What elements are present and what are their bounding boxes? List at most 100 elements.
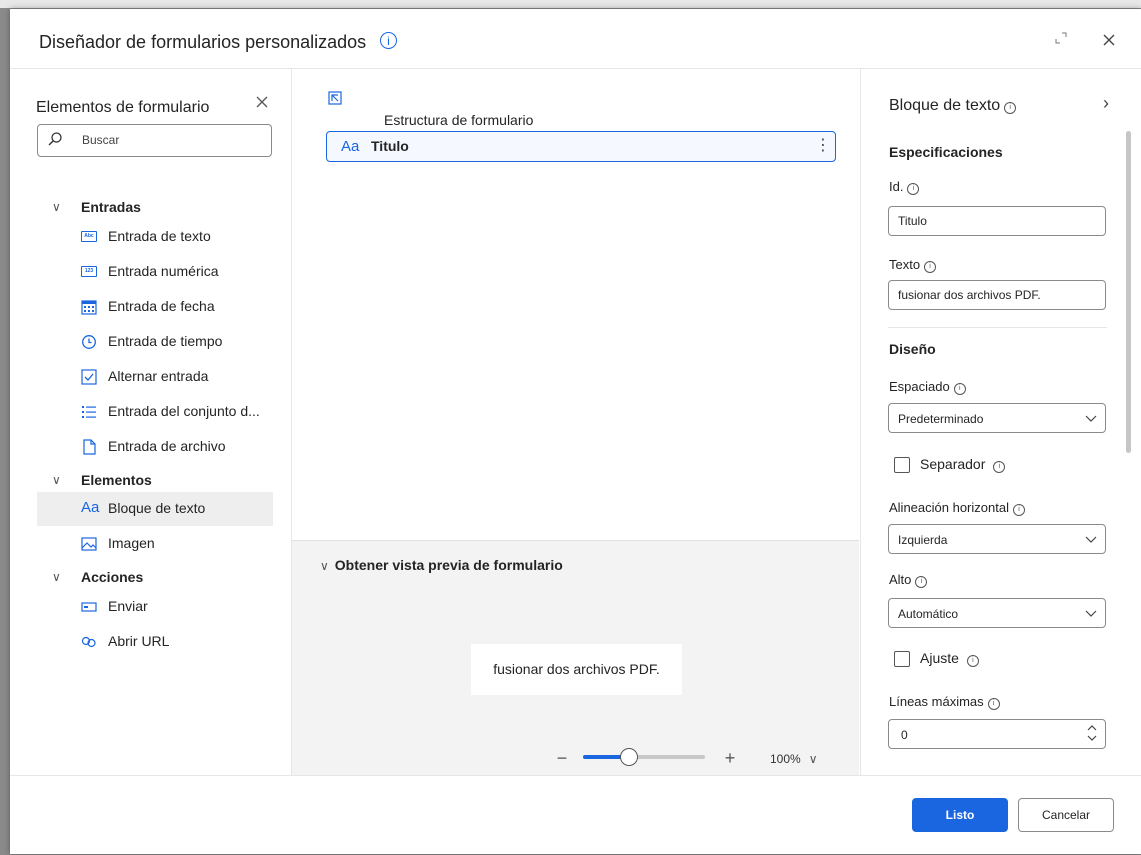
- wrap-label-text: Ajuste: [920, 650, 959, 666]
- chevron-down-icon: ∨: [320, 559, 329, 573]
- element-label: Abrir URL: [108, 633, 170, 649]
- form-preview-panel: ∨ Obtener vista previa de formulario fusi…: [292, 540, 859, 776]
- element-number-input[interactable]: 123 Entrada numérica: [37, 255, 273, 289]
- element-label: Entrada de tiempo: [108, 333, 223, 349]
- image-icon: [81, 537, 97, 551]
- element-label: Bloque de texto: [108, 500, 206, 516]
- properties-title: Bloque de texto i: [889, 97, 1017, 115]
- halign-value: Izquierda: [898, 533, 948, 547]
- spec-section-title: Especificaciones: [889, 144, 1003, 160]
- element-text-input[interactable]: Abc Entrada de texto: [37, 220, 273, 254]
- max-lines-stepper[interactable]: 0: [888, 719, 1106, 749]
- max-lines-value: 0: [901, 728, 908, 742]
- cancel-button[interactable]: Cancelar: [1018, 798, 1114, 832]
- info-icon: i: [1004, 102, 1017, 114]
- element-label: Entrada de archivo: [108, 438, 226, 454]
- element-open-url[interactable]: Abrir URL: [37, 625, 273, 659]
- id-label: Id. i: [889, 179, 920, 195]
- zoom-slider[interactable]: [583, 748, 705, 766]
- element-label: Entrada del conjunto d...: [108, 403, 260, 419]
- row-label: Titulo: [371, 138, 409, 154]
- halign-label: Alineación horizontal i: [889, 500, 1025, 516]
- spacing-label: Espaciado i: [889, 379, 966, 395]
- zoom-slider-thumb[interactable]: [620, 748, 639, 766]
- chevron-down-icon: [1085, 415, 1097, 422]
- element-file-input[interactable]: Entrada de archivo: [37, 430, 273, 464]
- element-image[interactable]: Imagen: [37, 527, 273, 561]
- file-icon: [83, 439, 96, 455]
- chevron-down-icon: [1085, 610, 1097, 617]
- text-field[interactable]: [888, 280, 1106, 310]
- element-text-block[interactable]: Aa Bloque de texto: [37, 492, 273, 526]
- group-label: Elementos: [81, 472, 152, 488]
- separator-checkbox-box[interactable]: [894, 457, 910, 473]
- max-lines-label-text: Líneas máximas: [889, 694, 984, 709]
- properties-panel: Bloque de texto i › Especificaciones Id. i…: [860, 69, 1141, 775]
- preview-toggle[interactable]: ∨ Obtener vista previa de formulario: [320, 557, 563, 573]
- submit-icon: [81, 602, 97, 612]
- more-options-icon[interactable]: ⋮: [815, 135, 831, 157]
- done-button[interactable]: Listo: [912, 798, 1008, 832]
- structure-row-titulo[interactable]: Aa Titulo ⋮: [326, 131, 836, 162]
- group-label: Acciones: [81, 569, 144, 585]
- close-dialog-button[interactable]: [1097, 29, 1121, 53]
- height-label: Alto i: [889, 572, 928, 588]
- max-lines-label: Líneas máximas i: [889, 694, 1000, 710]
- element-label: Alternar entrada: [108, 368, 209, 384]
- section-divider: [888, 327, 1107, 328]
- id-field[interactable]: [888, 206, 1106, 236]
- spacing-select[interactable]: Predeterminado: [888, 403, 1106, 433]
- checkbox-icon: [81, 369, 97, 385]
- expand-icon[interactable]: [1049, 29, 1073, 53]
- preview-title: Obtener vista previa de formulario: [334, 557, 563, 573]
- zoom-level-label: 100%: [770, 752, 801, 766]
- element-label: Entrada de fecha: [108, 298, 215, 314]
- info-icon: i: [907, 183, 920, 195]
- search-input[interactable]: [82, 133, 262, 147]
- element-submit[interactable]: Enviar: [37, 590, 273, 624]
- chevron-down-icon: [1085, 536, 1097, 543]
- close-panel-button[interactable]: [252, 93, 272, 113]
- preview-text: fusionar dos archivos PDF.: [493, 661, 660, 677]
- link-icon: [81, 636, 96, 648]
- element-choice-set-input[interactable]: Entrada del conjunto d...: [37, 395, 273, 429]
- properties-title-label: Bloque de texto: [889, 97, 1001, 114]
- element-date-input[interactable]: Entrada de fecha: [37, 290, 273, 324]
- search-icon: [48, 132, 62, 146]
- element-toggle-input[interactable]: Alternar entrada: [37, 360, 273, 394]
- design-section-title: Diseño: [889, 341, 936, 357]
- number-input-icon: 123: [81, 266, 97, 277]
- search-box: [37, 124, 272, 157]
- info-icon: i: [924, 261, 937, 273]
- element-time-input[interactable]: Entrada de tiempo: [37, 325, 273, 359]
- separator-label: Separador i: [920, 456, 1006, 473]
- group-label: Entradas: [81, 199, 141, 215]
- info-icon[interactable]: i: [380, 32, 397, 49]
- spacing-value: Predeterminado: [898, 412, 984, 426]
- zoom-out-button[interactable]: −: [554, 749, 570, 767]
- separator-label-text: Separador: [920, 456, 986, 472]
- element-label: Entrada de texto: [108, 228, 211, 244]
- info-icon: i: [966, 655, 979, 667]
- info-icon: i: [993, 461, 1006, 473]
- stepper-arrows-icon[interactable]: [1085, 722, 1099, 746]
- element-label: Imagen: [108, 535, 155, 551]
- zoom-level-select[interactable]: 100% ∨: [770, 752, 818, 766]
- list-icon: [82, 406, 96, 418]
- text-block-icon: Aa: [341, 138, 360, 155]
- zoom-in-button[interactable]: +: [722, 749, 738, 767]
- wrap-checkbox-box[interactable]: [894, 651, 910, 667]
- info-icon: i: [987, 698, 1000, 710]
- halign-select[interactable]: Izquierda: [888, 524, 1106, 554]
- collapse-panel-chevron-icon[interactable]: ›: [1097, 93, 1115, 115]
- form-structure-icon: [328, 91, 342, 105]
- id-label-text: Id.: [889, 179, 904, 194]
- properties-scrollbar[interactable]: [1126, 131, 1131, 453]
- element-label: Entrada numérica: [108, 263, 219, 279]
- spacing-label-text: Espaciado: [889, 379, 950, 394]
- height-label-text: Alto: [889, 572, 912, 587]
- panel-title: Elementos de formulario: [36, 99, 210, 116]
- height-select[interactable]: Automático: [888, 598, 1106, 628]
- info-icon: i: [1012, 504, 1025, 516]
- element-label: Enviar: [108, 598, 148, 614]
